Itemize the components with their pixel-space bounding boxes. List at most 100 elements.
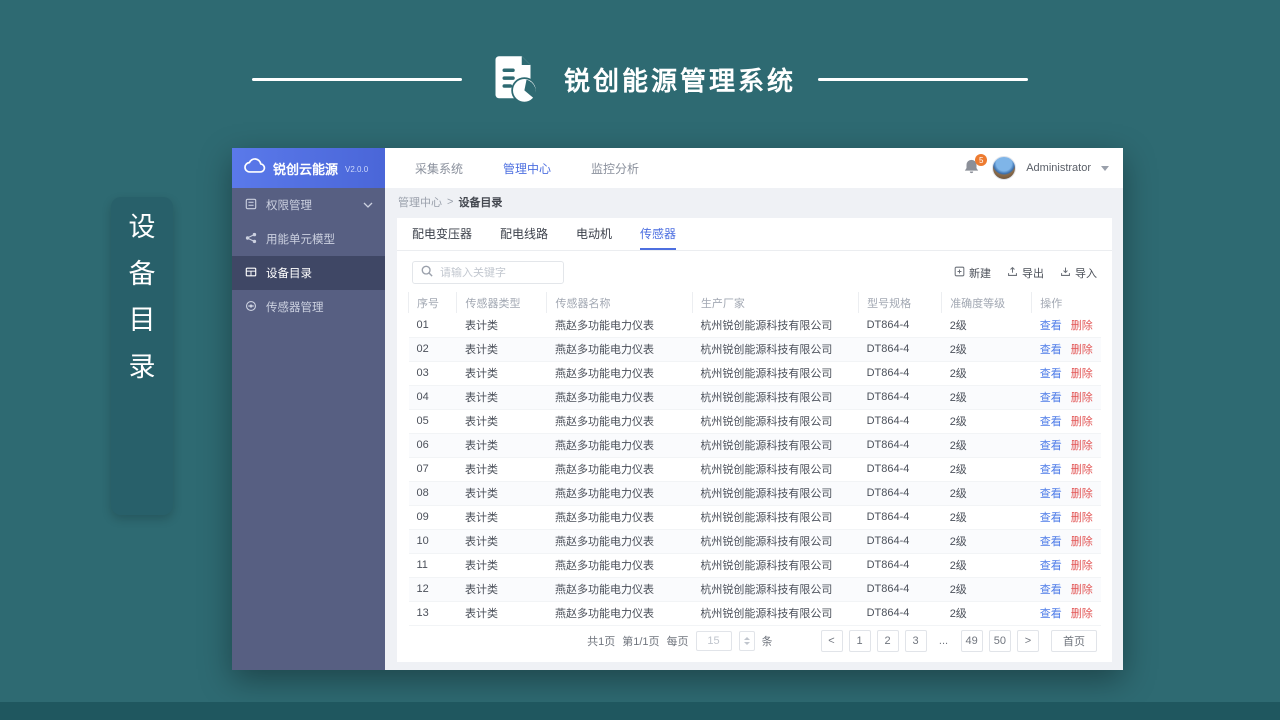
nav-item[interactable]: 采集系统 [415,160,463,177]
view-link[interactable]: 查看 [1040,344,1062,356]
view-link[interactable]: 查看 [1040,488,1062,500]
view-link[interactable]: 查看 [1040,536,1062,548]
view-link[interactable]: 查看 [1040,560,1062,572]
table-cell: 2级 [941,385,1032,410]
first-page-button[interactable]: 首页 [1051,630,1097,652]
delete-link[interactable]: 删除 [1071,320,1093,332]
prev-page-button[interactable]: < [820,630,843,652]
table-cell: 燕赵多功能电力仪表 [546,481,693,506]
sensor-icon [245,300,257,315]
cloud-icon [244,157,266,179]
sidebar-item-label: 设备目录 [266,268,312,280]
table-cell: 08 [408,481,457,506]
table-cell: 07 [408,457,457,482]
toolbar-button-label: 导出 [1022,267,1044,280]
tab[interactable]: 传感器 [640,218,677,250]
total-pages-text: 共1页 [587,636,616,648]
pagination-summary: 共1页 第1/1页 每页 条 [587,631,773,651]
delete-link[interactable]: 删除 [1071,584,1093,596]
chevron-down-icon[interactable] [1101,165,1109,171]
table-cell: 杭州锐创能源科技有限公司 [692,529,859,554]
actions-cell: 查看 删除 [1031,361,1101,386]
user-area: 5 Administrator [964,148,1123,188]
view-link[interactable]: 查看 [1040,512,1062,524]
delete-link[interactable]: 删除 [1071,344,1093,356]
delete-link[interactable]: 删除 [1071,416,1093,428]
main-area: 管理中心 > 设备目录 配电变压器 配电线路 电动机 传感器 请输入关键字 新建… [385,188,1123,670]
sidebar-item[interactable]: 传感器管理 [232,290,385,324]
notification-bell-icon[interactable]: 5 [964,154,988,178]
tab[interactable]: 配电线路 [500,218,548,250]
tab[interactable]: 电动机 [576,218,612,250]
table-cell: 01 [408,313,457,338]
breadcrumb: 管理中心 > 设备目录 [385,188,1123,216]
next-page-button[interactable]: > [1017,630,1039,652]
view-link[interactable]: 查看 [1040,416,1062,428]
view-link[interactable]: 查看 [1040,440,1062,452]
table-cell: DT864-4 [858,457,942,482]
table-row: 08 表计类 燕赵多功能电力仪表 杭州锐创能源科技有限公司 DT864-4 2级 查看 删除 [408,481,1101,506]
device-table: 序号 传感器类型 传感器名称 生产厂家 型号规格 准确度等级 操作 01 表计类 燕赵多功能电力… [407,292,1101,626]
sidebar-item[interactable]: 用能单元模型 [232,222,385,256]
table-cell: 表计类 [456,313,547,338]
delete-link[interactable]: 删除 [1071,560,1093,572]
view-link[interactable]: 查看 [1040,392,1062,404]
delete-link[interactable]: 删除 [1071,488,1093,500]
breadcrumb-parent[interactable]: 管理中心 [398,194,442,210]
table-row: 05 表计类 燕赵多功能电力仪表 杭州锐创能源科技有限公司 DT864-4 2级 查看 删除 [408,409,1101,434]
create-button[interactable]: 新建 [954,265,991,281]
page-button[interactable]: 50 [988,630,1011,652]
page-button[interactable]: 2 [876,630,899,652]
report-pie-icon [484,50,542,108]
page-button[interactable]: 1 [848,630,871,652]
view-link[interactable]: 查看 [1040,368,1062,380]
brand-version: V2.0.0 [345,165,369,174]
decor-line-right [818,77,1028,81]
per-page-stepper[interactable] [738,631,755,651]
delete-link[interactable]: 删除 [1071,536,1093,548]
table-cell: DT864-4 [858,433,942,458]
page-button[interactable]: 3 [904,630,927,652]
nav-item[interactable]: 监控分析 [591,160,639,177]
delete-link[interactable]: 删除 [1071,512,1093,524]
table-cell: 表计类 [456,529,547,554]
current-page-text: 第1/1页 [622,636,660,648]
nav-item[interactable]: 管理中心 [503,160,551,177]
delete-link[interactable]: 删除 [1071,392,1093,404]
table-cell: DT864-4 [858,577,942,602]
table-cell: 杭州锐创能源科技有限公司 [692,601,859,626]
delete-link[interactable]: 删除 [1071,608,1093,620]
export-button[interactable]: 导出 [1007,265,1044,281]
table-cell: 表计类 [456,481,547,506]
view-link[interactable]: 查看 [1040,464,1062,476]
table-cell: 2级 [941,505,1032,530]
view-link[interactable]: 查看 [1040,584,1062,596]
per-page-input[interactable] [695,631,732,651]
table-cell: 表计类 [456,601,547,626]
sidebar-item[interactable]: 设备目录 [232,256,385,290]
delete-link[interactable]: 删除 [1071,368,1093,380]
actions-cell: 查看 删除 [1031,481,1101,506]
import-button[interactable]: 导入 [1060,265,1097,281]
table-cell: 杭州锐创能源科技有限公司 [692,385,859,410]
delete-link[interactable]: 删除 [1071,464,1093,476]
table-row: 02 表计类 燕赵多功能电力仪表 杭州锐创能源科技有限公司 DT864-4 2级 查看 删除 [408,337,1101,362]
table-cell: 02 [408,337,457,362]
page-button[interactable]: 49 [960,630,983,652]
avatar[interactable] [992,156,1017,180]
table-cell: 2级 [941,553,1032,578]
table-cell: 燕赵多功能电力仪表 [546,457,693,482]
search-box[interactable] [412,261,564,284]
delete-link[interactable]: 删除 [1071,440,1093,452]
table-row: 07 表计类 燕赵多功能电力仪表 杭州锐创能源科技有限公司 DT864-4 2级 查看 删除 [408,457,1101,482]
sidebar-item[interactable]: 权限管理 [232,188,385,222]
table-body: 01 表计类 燕赵多功能电力仪表 杭州锐创能源科技有限公司 DT864-4 2级 查看 删除 0… [408,313,1101,626]
view-link[interactable]: 查看 [1040,608,1062,620]
search-icon [421,264,433,282]
tab[interactable]: 配电变压器 [412,218,472,250]
table-cell: 表计类 [456,337,547,362]
table-cell: 燕赵多功能电力仪表 [546,553,693,578]
search-input[interactable] [440,266,555,279]
table-cell: 09 [408,505,457,530]
view-link[interactable]: 查看 [1040,320,1062,332]
